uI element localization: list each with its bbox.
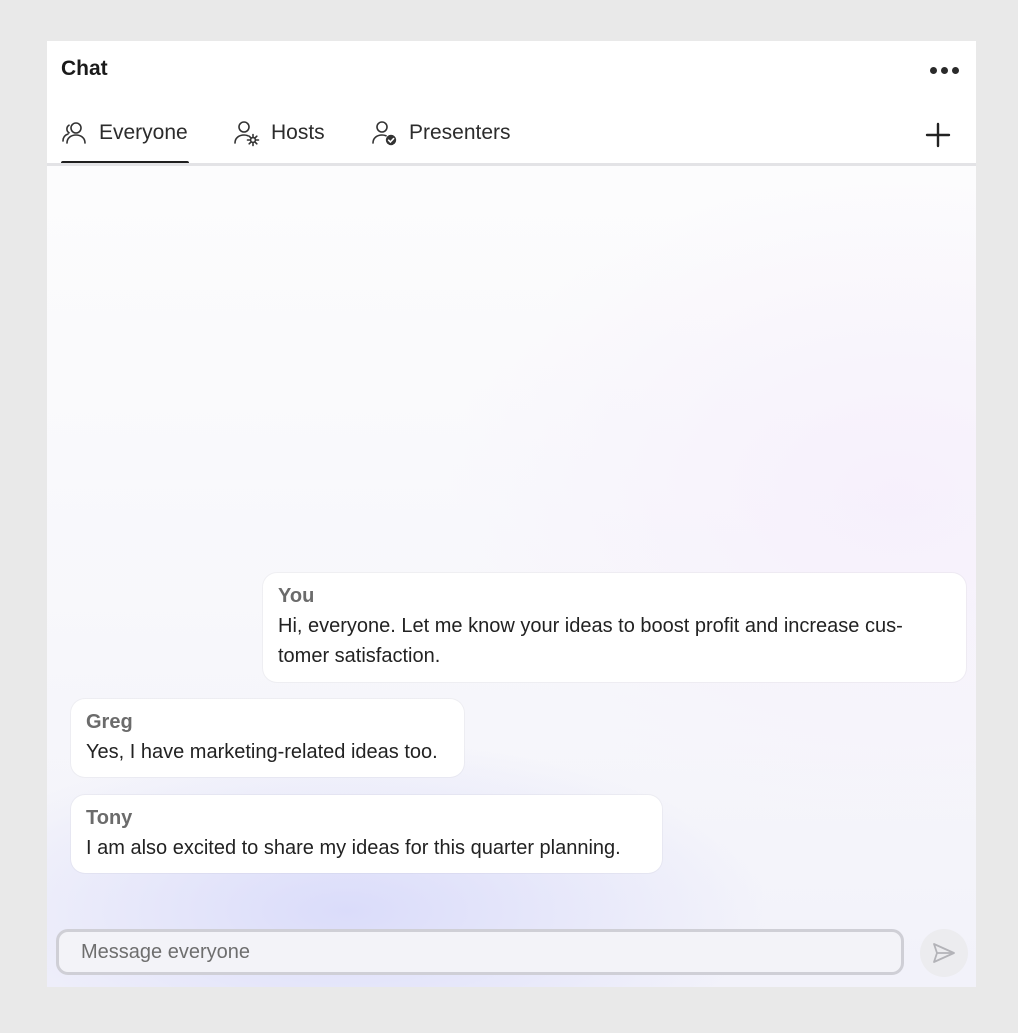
message-input[interactable]: [59, 932, 901, 972]
user-gear-icon: [234, 121, 260, 147]
chat-tabs: Everyone Hosts Presenters: [47, 111, 907, 165]
message-text: Hi, everyone. Let me know your ideas to …: [278, 615, 903, 667]
tab-everyone-label: Everyone: [99, 121, 188, 144]
tab-everyone[interactable]: Everyone: [61, 111, 189, 165]
message-bubble-you: You Hi, everyone. Let me know your ideas…: [263, 573, 966, 682]
more-dot: [940, 66, 948, 74]
tab-hosts-label: Hosts: [271, 121, 325, 144]
people-icon: [62, 122, 86, 144]
send-button[interactable]: [920, 929, 968, 977]
chat-panel: Chat Everyone Hosts Presenters You Hi, e…: [47, 41, 976, 987]
more-dot: [951, 66, 959, 74]
message-sender: You: [278, 585, 315, 607]
panel-title: Chat: [61, 57, 108, 80]
tab-presenters-label: Presenters: [409, 121, 511, 144]
message-bubble-tony: Tony I am also excited to share my ideas…: [71, 795, 662, 873]
plus-icon[interactable]: [920, 117, 956, 153]
more-options-button[interactable]: [926, 61, 962, 79]
more-horizontal-icon: [929, 66, 937, 74]
message-sender: Tony: [86, 807, 133, 829]
tab-hosts[interactable]: Hosts: [233, 111, 333, 165]
chat-header: Chat Everyone Hosts Presenters: [47, 41, 976, 165]
user-check-icon: [372, 121, 397, 146]
message-sender: Greg: [86, 711, 133, 733]
message-bubble-greg: Greg Yes, I have marketing-related ideas…: [71, 699, 464, 777]
message-text: I am also excited to share my ideas for …: [86, 837, 621, 859]
tab-presenters[interactable]: Presenters: [371, 111, 511, 165]
message-text: Yes, I have marketing-related ideas too.: [86, 741, 438, 763]
message-composer: [56, 929, 904, 975]
send-icon: [933, 943, 955, 963]
